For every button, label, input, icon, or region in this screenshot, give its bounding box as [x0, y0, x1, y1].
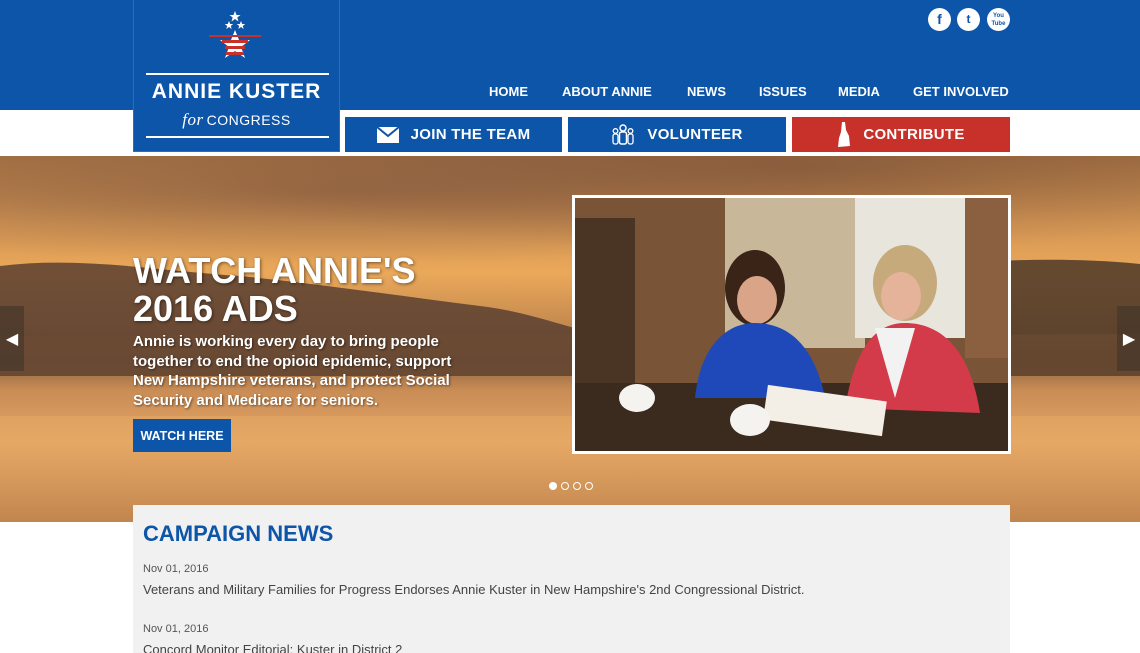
page: ANNIE KUSTER for CONGRESS f t You Tube HO…	[0, 0, 1140, 653]
hero-description: Annie is working every day to bring peop…	[133, 333, 452, 409]
hero-photo-illustration	[575, 198, 1008, 451]
hero-title: WATCH ANNIE'S 2016 ADS	[133, 252, 513, 328]
hero-slider: WATCH ANNIE'S 2016 ADS Annie is working …	[0, 156, 1140, 522]
news-item-headline[interactable]: Concord Monitor Editorial: Kuster in Dis…	[143, 642, 402, 653]
news-item-date: Nov 01, 2016	[143, 563, 209, 575]
hero-video-thumbnail[interactable]	[572, 195, 1011, 454]
campaign-news-section: CAMPAIGN NEWS Nov 01, 2016 Veterans and …	[133, 505, 1010, 653]
news-item-date: Nov 01, 2016	[143, 623, 209, 635]
star-logo-icon	[204, 10, 266, 66]
logo-congress: CONGRESS	[206, 112, 291, 128]
volunteer-button[interactable]: VOLUNTEER	[568, 117, 786, 152]
nav-home[interactable]: HOME	[489, 84, 528, 102]
hero-title-line1: WATCH ANNIE'S	[133, 250, 416, 291]
slider-dot-3[interactable]	[573, 482, 581, 490]
slider-dot-1[interactable]	[549, 482, 557, 490]
youtube-icon[interactable]: You Tube	[987, 8, 1010, 31]
watch-here-button[interactable]: WATCH HERE	[133, 419, 231, 452]
logo-for: for	[182, 110, 204, 129]
people-icon	[611, 123, 635, 146]
volunteer-label: VOLUNTEER	[647, 126, 743, 143]
slider-dots	[549, 482, 593, 490]
site-logo[interactable]: ANNIE KUSTER for CONGRESS	[133, 0, 340, 152]
nav-about-annie[interactable]: ABOUT ANNIE	[562, 84, 652, 102]
join-the-team-button[interactable]: JOIN THE TEAM	[345, 117, 562, 152]
campaign-news-title: CAMPAIGN NEWS	[143, 521, 334, 546]
slider-dot-2[interactable]	[561, 482, 569, 490]
nav-get-involved[interactable]: GET INVOLVED	[913, 84, 1009, 102]
slider-dot-4[interactable]	[585, 482, 593, 490]
facebook-icon[interactable]: f	[928, 8, 951, 31]
slider-prev-arrow[interactable]: ◀	[0, 306, 24, 371]
nav-issues[interactable]: ISSUES	[759, 84, 807, 102]
nav-news[interactable]: NEWS	[687, 84, 726, 102]
slider-next-arrow[interactable]: ▶	[1117, 306, 1140, 371]
join-the-team-label: JOIN THE TEAM	[410, 126, 531, 143]
logo-subtitle: for CONGRESS	[134, 110, 339, 130]
news-item-headline[interactable]: Veterans and Military Families for Progr…	[143, 582, 804, 597]
envelope-icon	[376, 126, 399, 143]
logo-rule-top	[146, 73, 329, 75]
logo-name: ANNIE KUSTER	[151, 80, 322, 103]
twitter-icon[interactable]: t	[957, 8, 980, 31]
logo-rule-bottom	[146, 136, 329, 138]
nav-media[interactable]: MEDIA	[838, 84, 880, 102]
hero-title-line2: 2016 ADS	[133, 288, 298, 329]
new-hampshire-icon	[837, 121, 851, 148]
contribute-label: CONTRIBUTE	[863, 126, 965, 143]
contribute-button[interactable]: CONTRIBUTE	[792, 117, 1010, 152]
